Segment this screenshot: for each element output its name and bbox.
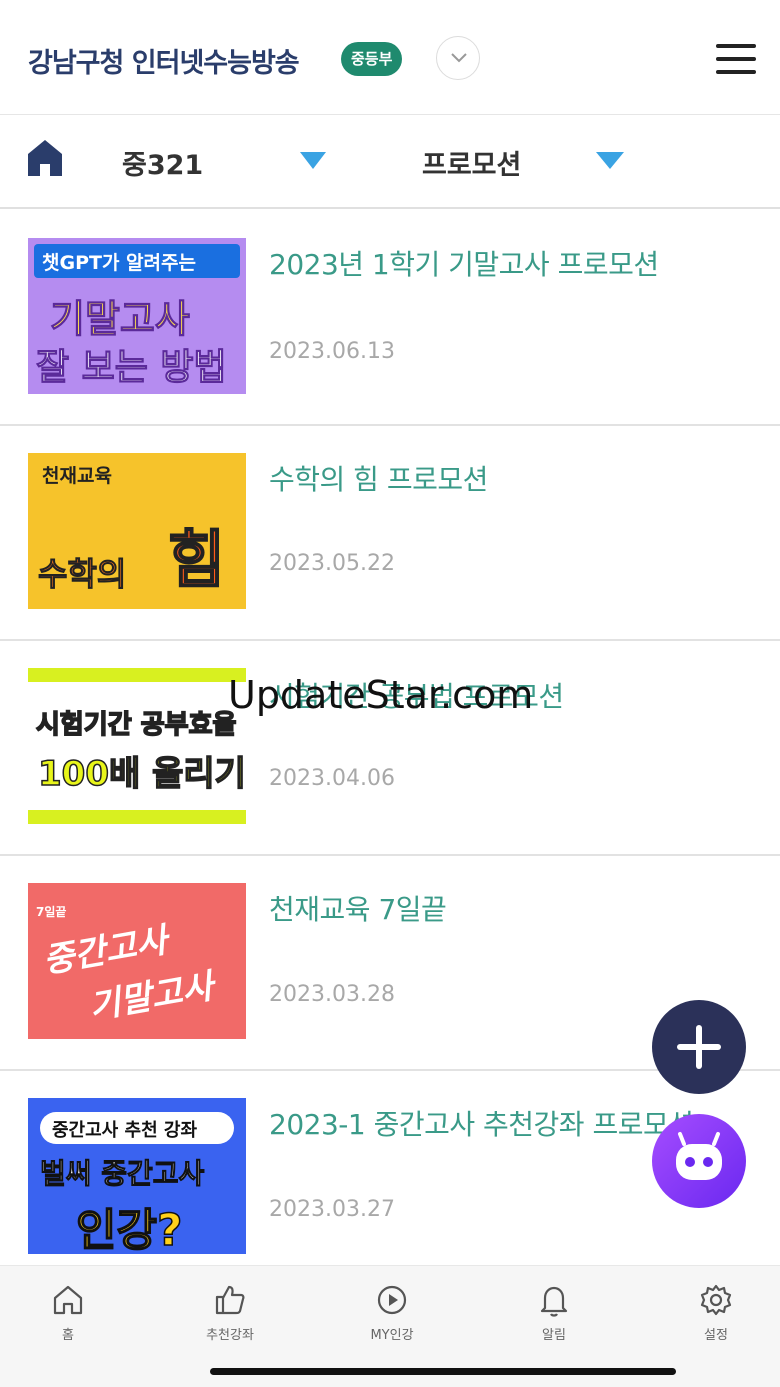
bell-icon	[540, 1286, 568, 1317]
item-date: 2023.03.27	[269, 1197, 395, 1222]
gear-icon	[700, 1284, 732, 1316]
chatbot-button[interactable]	[652, 1114, 746, 1208]
item-thumbnail: 챗GPT가 알려주는 기말고사 잘 보는 방법	[28, 238, 246, 394]
nav-alarm[interactable]: 알림	[494, 1282, 614, 1343]
menu-button[interactable]	[716, 42, 758, 76]
filter-bar	[0, 116, 780, 209]
nav-my[interactable]: MY인강	[332, 1282, 452, 1343]
home-icon[interactable]	[26, 138, 64, 178]
item-thumbnail: 천재교육 수학의 힘	[28, 453, 246, 609]
list-item[interactable]: 챗GPT가 알려주는 기말고사 잘 보는 방법 2023년 1학기 기말고사 프…	[0, 211, 780, 426]
nav-home[interactable]: 홈	[8, 1282, 128, 1343]
home-icon	[53, 1285, 83, 1315]
nav-recommend[interactable]: 추천강좌	[170, 1282, 290, 1343]
category-filter-label[interactable]: 프로모션	[422, 143, 521, 182]
item-title[interactable]: 수학의 힘 프로모션	[269, 458, 488, 498]
category-dropdown-icon[interactable]	[596, 152, 624, 170]
chatbot-icon	[676, 1132, 722, 1180]
nav-settings[interactable]: 설정	[656, 1282, 776, 1343]
item-date: 2023.04.06	[269, 766, 395, 791]
grade-dropdown-icon[interactable]	[300, 152, 326, 170]
menu-icon	[716, 44, 756, 48]
item-title[interactable]: 천재교육 7일끝	[269, 888, 447, 928]
list-item[interactable]: 천재교육 수학의 힘 수학의 힘 프로모션 2023.05.22	[0, 426, 780, 641]
nav-home-label: 홈	[62, 1328, 74, 1343]
item-thumbnail: 시험기간 공부효율 100배 올리기	[28, 668, 246, 824]
nav-my-label: MY인강	[370, 1328, 414, 1343]
home-indicator	[210, 1368, 676, 1375]
nav-alarm-label: 알림	[542, 1328, 566, 1343]
item-title[interactable]: 2023년 1학기 기말고사 프로모션	[269, 243, 659, 283]
add-button[interactable]	[652, 1000, 746, 1094]
item-date: 2023.05.22	[269, 551, 395, 576]
chevron-down-icon	[451, 53, 467, 63]
item-date: 2023.06.13	[269, 339, 395, 364]
grade-filter-label[interactable]: 중321	[122, 143, 203, 182]
level-dropdown-button[interactable]	[436, 36, 480, 80]
item-thumbnail: 중간고사 추천 강좌 벌써 중간고사 인강?	[28, 1098, 246, 1254]
item-date: 2023.03.28	[269, 982, 395, 1007]
nav-recommend-label: 추천강좌	[206, 1328, 254, 1343]
play-circle-icon	[377, 1285, 407, 1315]
app-title[interactable]: 강남구청 인터넷수능방송	[28, 41, 300, 80]
app-header: 강남구청 인터넷수능방송 중등부	[0, 0, 780, 115]
nav-settings-label: 설정	[704, 1328, 728, 1343]
watermark-text: UpdateStar.com	[228, 673, 534, 717]
item-title[interactable]: 2023-1 중간고사 추천강좌 프로모션	[269, 1103, 694, 1143]
thumbs-up-icon	[215, 1285, 245, 1315]
level-badge: 중등부	[341, 42, 403, 76]
item-thumbnail: 7일끝 중간고사 기말고사	[28, 883, 246, 1039]
